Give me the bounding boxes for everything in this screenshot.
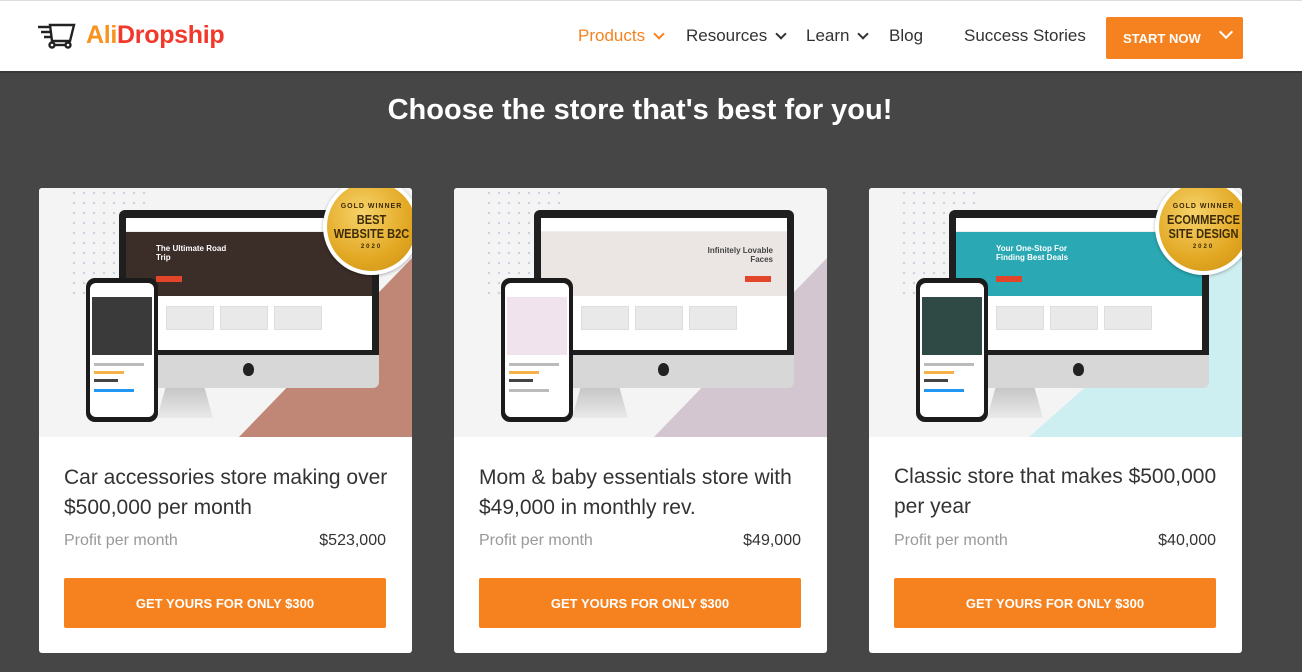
nav-blog[interactable]: Blog [889, 26, 923, 46]
apple-logo-icon [1073, 363, 1084, 376]
logo-text-ali: Ali [86, 21, 118, 49]
phone-mockup [86, 278, 158, 422]
badge-year-text: 2020 [360, 244, 383, 250]
badge-main-text: ECOMMERCE SITE DESIGN [1166, 212, 1241, 241]
hero-text: The Ultimate Road Trip [156, 244, 227, 262]
store-preview-image: Your One-Stop For Finding Best Deals GOL… [869, 188, 1242, 437]
badge-year-text: 2020 [1192, 244, 1215, 250]
badge-top-text: GOLD WINNER [1172, 203, 1235, 210]
nav-label: Learn [806, 26, 850, 45]
store-title: Mom & baby essentials store with $49,000… [479, 466, 792, 519]
start-now-button[interactable]: START NOW [1106, 17, 1243, 59]
cart-icon [38, 23, 76, 49]
apple-logo-icon [658, 363, 669, 376]
store-preview-image: The Ultimate Road Trip GOLD WINNER BEST … [39, 188, 412, 437]
profit-label: Profit per month [479, 532, 593, 549]
store-preview-image: Infinitely Lovable Faces [454, 188, 827, 437]
hero-text: Your One-Stop For Finding Best Deals [996, 244, 1069, 262]
store-card: The Ultimate Road Trip GOLD WINNER BEST … [39, 188, 412, 653]
profit-label: Profit per month [64, 532, 178, 549]
chevron-down-icon [653, 28, 665, 40]
nav-label: Blog [889, 26, 924, 45]
chevron-down-icon[interactable] [1218, 24, 1234, 40]
page-title: Choose the store that's best for you! [387, 94, 893, 126]
logo[interactable]: AliDropship [38, 21, 225, 50]
nav-label: Products [578, 26, 646, 45]
store-title: Classic store that makes $500,000 per ye… [894, 465, 1217, 518]
nav-label: Success Stories [964, 26, 1086, 45]
store-card: Your One-Stop For Finding Best Deals GOL… [869, 188, 1242, 653]
hero-text: Infinitely Lovable Faces [707, 246, 773, 264]
profit-value: $49,000 [743, 532, 801, 549]
nav-label: Resources [686, 26, 768, 45]
nav-products[interactable]: Products [578, 26, 665, 46]
monitor-mockup: Infinitely Lovable Faces [534, 210, 794, 388]
profit-label: Profit per month [894, 532, 1008, 549]
phone-mockup [916, 278, 988, 422]
store-title: Car accessories store making over $500,0… [64, 466, 388, 519]
chevron-down-icon [857, 28, 870, 40]
get-store-button[interactable]: GET YOURS FOR ONLY $300 [479, 578, 801, 628]
chevron-down-icon [775, 28, 787, 40]
badge-main-text: BEST WEBSITE B2C [333, 212, 410, 241]
logo-text-dropship: Dropship [117, 21, 225, 49]
badge-top-text: GOLD WINNER [340, 203, 403, 210]
get-store-button[interactable]: GET YOURS FOR ONLY $300 [64, 578, 386, 628]
store-card: Infinitely Lovable Faces Mom & baby esse… [454, 188, 827, 653]
start-now-label: START NOW [1123, 30, 1201, 46]
profit-value: $523,000 [319, 532, 386, 549]
apple-logo-icon [243, 363, 254, 376]
site-header: AliDropship Products Resources Learn Blo… [0, 0, 1302, 73]
get-store-button[interactable]: GET YOURS FOR ONLY $300 [894, 578, 1216, 628]
nav-success-stories[interactable]: Success Stories [964, 26, 1086, 46]
profit-value: $40,000 [1158, 532, 1216, 549]
nav-resources[interactable]: Resources [686, 26, 787, 46]
nav-learn[interactable]: Learn [806, 26, 870, 46]
phone-mockup [501, 278, 573, 422]
